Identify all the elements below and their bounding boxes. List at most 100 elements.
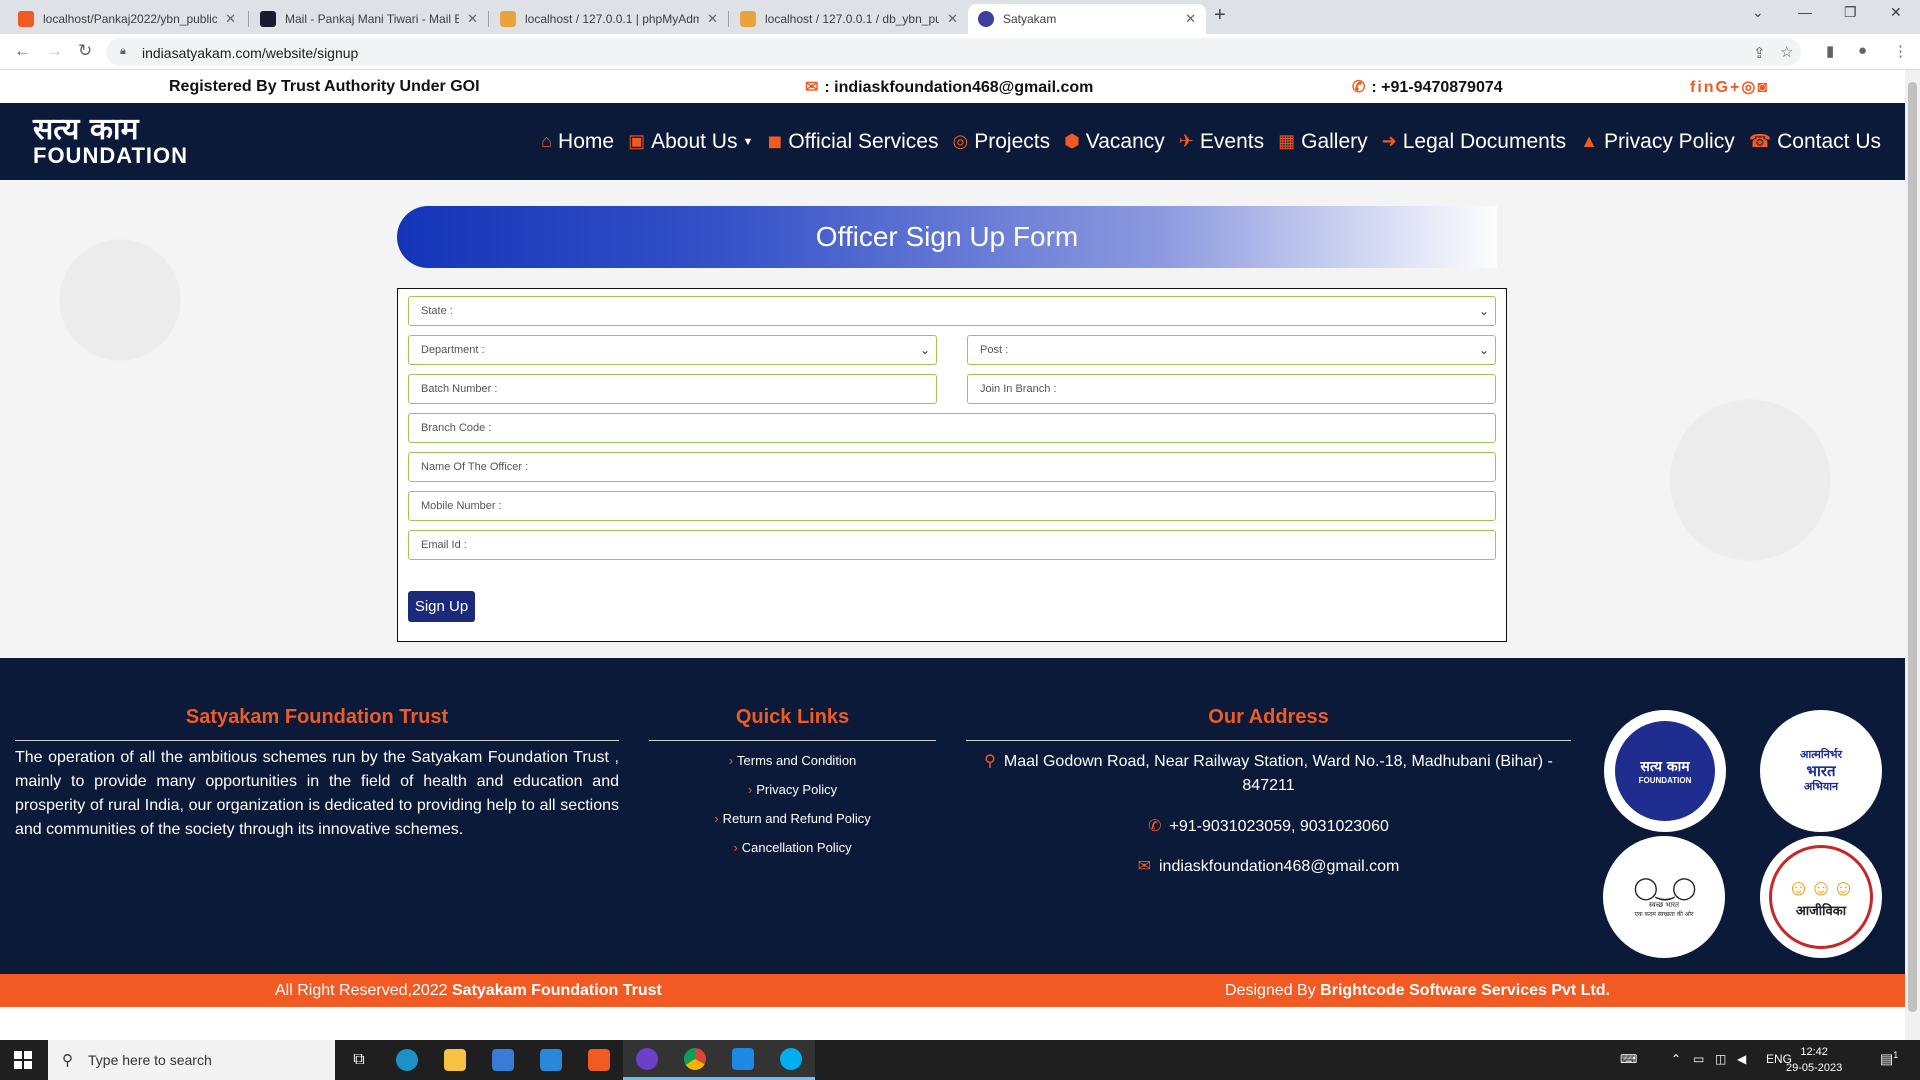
browser-tab[interactable]: localhost / 127.0.0.1 | phpMyAdm ✕ — [490, 4, 728, 34]
browser-tab[interactable]: localhost/Pankaj2022/ybn_public ✕ — [8, 4, 246, 34]
email-input[interactable]: Email Id : — [408, 530, 1496, 560]
footer-link-refund[interactable]: › Return and Refund Policy — [649, 811, 936, 826]
divider — [966, 740, 1571, 741]
chevron-up-icon[interactable]: ⌃ — [1671, 1052, 1681, 1066]
volume-icon[interactable]: ◀ — [1737, 1052, 1746, 1066]
badge-atmanirbhar-line2: भारत — [1806, 762, 1836, 780]
instagram-icon[interactable]: ◙ — [1757, 79, 1769, 96]
edge-icon[interactable] — [383, 1040, 431, 1080]
forward-icon[interactable]: → — [46, 41, 63, 61]
state-select[interactable]: State : ⌄ — [408, 296, 1496, 326]
nav-vacancy[interactable]: ⬢ Vacancy — [1064, 130, 1165, 154]
signup-section: Officer Sign Up Form State : ⌄ Departmen… — [0, 180, 1905, 658]
tab-close-icon[interactable]: ✕ — [225, 11, 236, 27]
chevron-down-icon: ⌄ — [919, 343, 930, 357]
skype-icon[interactable] — [767, 1040, 815, 1080]
menu-dots-icon[interactable]: ⋮ — [1893, 42, 1908, 60]
department-select[interactable]: Department : ⌄ — [408, 335, 937, 365]
lifebuoy-icon: ◎ — [952, 131, 969, 151]
cube-icon: ⬢ — [1064, 131, 1080, 151]
footer-phone[interactable]: ✆ +91-9031023059, 9031023060 — [966, 815, 1571, 839]
close-window-icon[interactable]: ✕ — [1890, 4, 1902, 21]
new-tab-icon[interactable]: + — [1214, 4, 1226, 27]
top-phone[interactable]: ✆: +91-9470879074 — [1352, 77, 1503, 97]
scrollbar-thumb[interactable] — [1908, 82, 1917, 1012]
task-view-icon[interactable]: ⧉ — [335, 1040, 383, 1080]
footer-email[interactable]: ✉ indiaskfoundation468@gmail.com — [966, 855, 1571, 879]
top-info-bar: Registered By Trust Authority Under GOI … — [0, 70, 1905, 103]
nav-home[interactable]: ⌂ Home — [541, 130, 614, 154]
linkedin-icon[interactable]: in — [1697, 79, 1715, 96]
tab-close-icon[interactable]: ✕ — [707, 11, 718, 27]
branch-code-input[interactable]: Branch Code : — [408, 413, 1496, 443]
tab-close-icon[interactable]: ✕ — [947, 11, 958, 27]
store-icon[interactable] — [479, 1040, 527, 1080]
officer-name-placeholder: Name Of The Officer : — [421, 461, 529, 473]
taskbar-search[interactable]: ⚲ Type here to search — [48, 1040, 335, 1080]
site-logo[interactable]: सत्य काम FOUNDATION — [33, 115, 188, 167]
whatsapp-icon[interactable]: ◎ — [1741, 79, 1757, 96]
bookmark-star-icon[interactable]: ☆ — [1780, 43, 1793, 61]
side-panel-icon[interactable]: ▮ — [1826, 42, 1834, 60]
atmanirbhar-bharat-badge: आत्मनिर्भर भारत अभियान — [1760, 710, 1882, 832]
windows-start-icon[interactable] — [14, 1051, 32, 1069]
network-icon[interactable]: ◫ — [1715, 1052, 1726, 1066]
back-icon[interactable]: ← — [14, 41, 31, 61]
web-page: Registered By Trust Authority Under GOI … — [0, 70, 1905, 1040]
top-email[interactable]: ✉: indiaskfoundation468@gmail.com — [805, 77, 1093, 97]
tab-close-icon[interactable]: ✕ — [467, 11, 478, 27]
tab-search-icon[interactable]: ⌄ — [1752, 4, 1764, 21]
nav-label: Official Services — [788, 129, 939, 153]
tab-title: Mail - Pankaj Mani Tiwari - Mail E — [285, 12, 460, 26]
footer-phone-text: +91-9031023059, 9031023060 — [1169, 818, 1389, 835]
footer-links-title: Quick Links — [735, 706, 850, 728]
nav-gallery[interactable]: ▦ Gallery — [1278, 130, 1368, 154]
share-icon[interactable]: ⇪ — [1753, 44, 1766, 62]
clock[interactable]: 12:42 29-05-2023 — [1786, 1044, 1842, 1076]
chrome-icon[interactable] — [671, 1040, 719, 1080]
nav-projects[interactable]: ◎ Projects — [953, 130, 1051, 154]
batch-number-input[interactable]: Batch Number : — [408, 374, 937, 404]
file-explorer-icon[interactable] — [431, 1040, 479, 1080]
notification-count: 1 — [1893, 1050, 1899, 1060]
nav-contact-us[interactable]: ☎ Contact Us — [1749, 130, 1881, 154]
mobile-number-input[interactable]: Mobile Number : — [408, 491, 1496, 521]
browser-tab[interactable]: Mail - Pankaj Mani Tiwari - Mail E ✕ — [250, 4, 488, 34]
nav-events[interactable]: ✈ Events — [1179, 130, 1264, 154]
designed-name[interactable]: Brightcode Software Services Pvt Ltd. — [1320, 982, 1610, 999]
xampp-icon[interactable] — [575, 1040, 623, 1080]
vscode-icon[interactable] — [719, 1040, 767, 1080]
sign-up-button[interactable]: Sign Up — [408, 591, 475, 622]
nav-legal-documents[interactable]: ➜ Legal Documents — [1382, 130, 1567, 154]
tab-close-icon[interactable]: ✕ — [1185, 11, 1196, 27]
minimize-icon[interactable]: — — [1798, 4, 1812, 20]
keyboard-icon[interactable]: ⌨ — [1620, 1052, 1637, 1066]
footer-link-cancellation[interactable]: › Cancellation Policy — [649, 840, 936, 855]
footer-link-terms[interactable]: › Terms and Condition — [649, 753, 936, 768]
maximize-icon[interactable]: ❐ — [1844, 4, 1857, 21]
divider — [15, 740, 619, 741]
nav-privacy-policy[interactable]: ▲ Privacy Policy — [1580, 130, 1735, 154]
profile-avatar-icon[interactable]: ● — [1858, 42, 1867, 59]
post-select[interactable]: Post : ⌄ — [967, 335, 1496, 365]
page-scrollbar[interactable] — [1905, 70, 1920, 1040]
windows-taskbar: ⚲ Type here to search ⧉ ⌨ ⌃ ▭ ◫ ◀ ENG 12… — [0, 1040, 1920, 1080]
battery-icon[interactable]: ▭ — [1693, 1052, 1704, 1066]
reload-icon[interactable]: ↻ — [78, 41, 92, 61]
clock-time: 12:42 — [1800, 1046, 1828, 1058]
join-branch-placeholder: Join In Branch : — [980, 383, 1057, 395]
nav-official-services[interactable]: ◼ Official Services — [767, 130, 938, 154]
notification-icon[interactable]: ▤1 — [1880, 1050, 1898, 1068]
browser-tab-active[interactable]: Satyakam ✕ — [968, 4, 1206, 34]
mail-icon[interactable] — [527, 1040, 575, 1080]
github-desktop-icon[interactable] — [623, 1040, 671, 1080]
join-branch-input[interactable]: Join In Branch : — [967, 374, 1496, 404]
address-bar[interactable]: 🔒︎ indiasatyakam.com/website/signup ⇪ ☆ — [106, 38, 1801, 66]
browser-tab[interactable]: localhost / 127.0.0.1 / db_ybn_pu ✕ — [730, 4, 968, 34]
logo-english: FOUNDATION — [33, 143, 189, 168]
nav-about-us[interactable]: ▣ About Us ▼ — [628, 130, 753, 154]
google-plus-icon[interactable]: G+ — [1716, 79, 1742, 96]
nav-label: Home — [558, 129, 615, 153]
footer-link-privacy[interactable]: › Privacy Policy — [649, 782, 936, 797]
officer-name-input[interactable]: Name Of The Officer : — [408, 452, 1496, 482]
